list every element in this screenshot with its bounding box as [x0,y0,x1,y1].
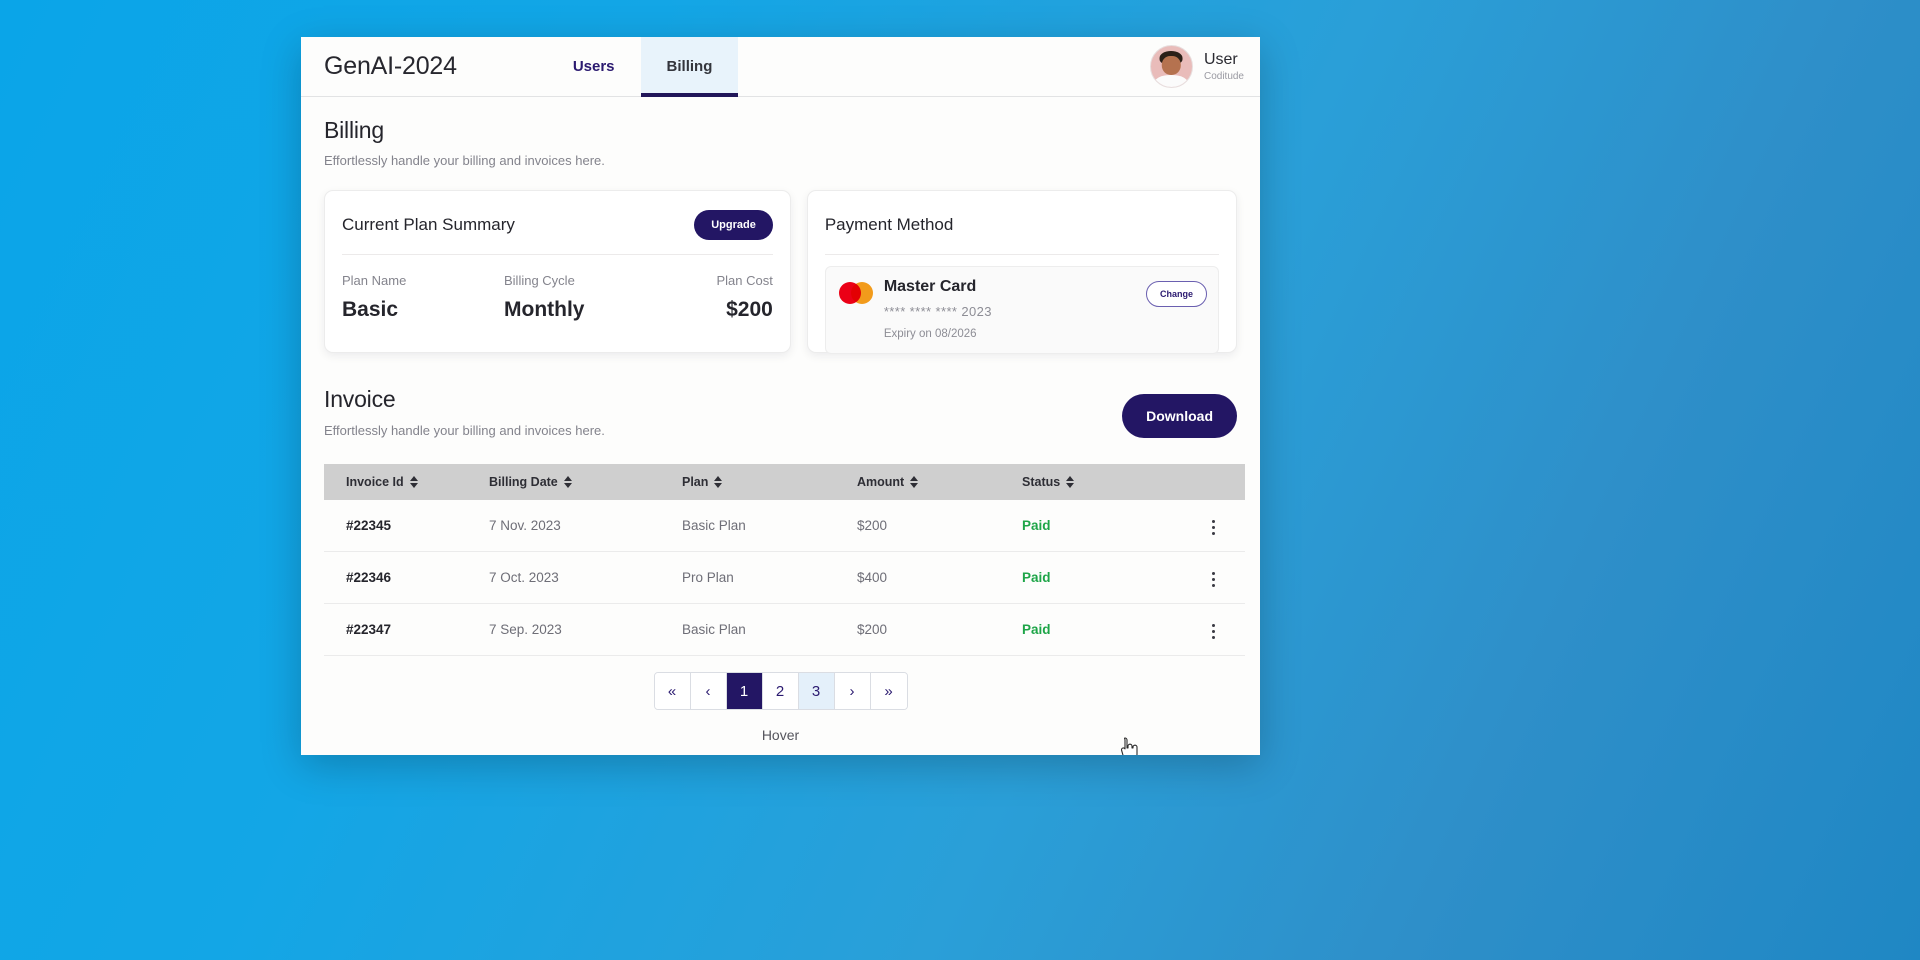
cell-billing-date: 7 Nov. 2023 [489,518,561,533]
cell-billing-date: 7 Sep. 2023 [489,622,562,637]
row-menu-icon[interactable] [1207,515,1220,540]
payment-method-card: Payment Method Master Card **** **** ***… [806,190,1237,354]
app-window: GenAI-2024 Users Billing User Coditude B… [301,37,1260,755]
column-header-plan[interactable]: Plan [682,475,857,489]
top-navigation-bar: GenAI-2024 Users Billing User Coditude [301,37,1260,97]
status-badge: Paid [1022,622,1051,637]
cell-actions [1182,563,1245,592]
current-plan-header: Current Plan Summary Upgrade [342,207,773,243]
cell-plan: Pro Plan [682,570,734,585]
nav-tabs: Users Billing [547,37,739,97]
mastercard-icon [838,282,873,304]
cell-plan: Basic Plan [682,622,746,637]
column-header-status[interactable]: Status [1022,475,1182,489]
plan-cost-value: $200 [726,298,773,321]
plan-fields-grid: Plan Name Basic Billing Cycle Monthly Pl… [342,273,773,322]
saved-card-row: Master Card **** **** **** 2023 Expiry o… [824,266,1219,354]
plan-name-value: Basic [342,298,399,321]
cell-amount: $200 [857,622,888,637]
plan-field-plan-cost: Plan Cost $200 [707,273,773,322]
pagination-next-button[interactable]: › [834,673,871,709]
table-row[interactable]: #22345 7 Nov. 2023 Basic Plan $200 Paid [324,500,1245,552]
avatar [1149,45,1193,88]
column-header-invoice-id[interactable]: Invoice Id [324,475,489,489]
mastercard-yellow-circle [850,282,873,304]
card-divider [824,254,1219,255]
avatar-body [1155,74,1188,87]
pagination-last-button[interactable]: » [870,673,907,709]
column-header-amount[interactable]: Amount [857,475,1022,489]
summary-cards-row: Current Plan Summary Upgrade Plan Name B… [324,190,1237,354]
cell-invoice-id: #22347 [346,622,392,637]
card-expiry: Expiry on 08/2026 [883,328,977,340]
current-plan-card: Current Plan Summary Upgrade Plan Name B… [324,190,791,353]
billing-cycle-label: Billing Cycle [504,273,575,288]
row-menu-icon[interactable] [1207,619,1220,644]
profile-org: Coditude [1203,70,1244,82]
billing-cycle-value: Monthly [504,298,585,321]
table-row[interactable]: #22347 7 Sep. 2023 Basic Plan $200 Paid [324,604,1245,656]
sort-icon[interactable] [910,476,919,488]
plan-field-plan-name: Plan Name Basic [342,273,504,322]
pagination: « ‹ 1 2 3 › » [653,672,908,710]
invoice-table: Invoice Id Billing Date Plan Amount Stat… [324,464,1245,656]
page-content: Billing Effortlessly handle your billing… [301,97,1260,755]
invoice-title: Invoice [324,386,396,412]
avatar-face [1162,55,1181,75]
pagination-page-2[interactable]: 2 [762,673,799,709]
hover-state-label: Hover [761,727,800,743]
status-badge: Paid [1022,570,1051,585]
cell-plan: Basic Plan [682,518,746,533]
sort-icon[interactable] [563,476,572,488]
invoice-section-header: Invoice Effortlessly handle your billing… [324,386,1237,438]
invoice-subtitle: Effortlessly handle your billing and inv… [324,423,605,438]
page-subtitle: Effortlessly handle your billing and inv… [324,153,605,168]
user-profile-menu[interactable]: User Coditude [1149,37,1244,96]
plan-name-label: Plan Name [342,273,407,288]
column-label-invoice-id: Invoice Id [346,475,404,489]
table-header-row: Invoice Id Billing Date Plan Amount Stat… [324,464,1245,500]
column-header-billing-date[interactable]: Billing Date [489,475,682,489]
change-card-button[interactable]: Change [1145,281,1207,307]
cell-invoice-id: #22345 [346,518,392,533]
card-divider [342,254,773,255]
payment-method-title: Payment Method [824,215,954,234]
invoice-heading-group: Invoice Effortlessly handle your billing… [324,386,605,438]
cell-actions [1182,615,1245,644]
pagination-area: « ‹ 1 2 3 › » Hover [324,672,1237,743]
pagination-prev-button[interactable]: ‹ [690,673,727,709]
cell-billing-date: 7 Oct. 2023 [489,570,559,585]
tab-users[interactable]: Users [547,37,641,96]
cell-actions [1182,511,1245,540]
tab-billing[interactable]: Billing [640,37,739,97]
status-badge: Paid [1022,518,1051,533]
app-brand-title: GenAI-2024 [324,52,457,80]
pagination-page-1[interactable]: 1 [726,673,763,709]
pagination-page-3[interactable]: 3 [798,673,835,709]
cell-invoice-id: #22346 [346,570,392,585]
plan-field-billing-cycle: Billing Cycle Monthly [504,273,707,322]
cell-amount: $400 [857,570,888,585]
payment-method-header: Payment Method [825,207,1219,243]
current-plan-title: Current Plan Summary [342,215,515,234]
plan-cost-label: Plan Cost [716,273,773,288]
page-title: Billing [324,117,384,143]
sort-icon[interactable] [1066,476,1075,488]
profile-text: User Coditude [1204,51,1244,83]
cell-amount: $200 [857,518,888,533]
column-label-plan: Plan [682,475,709,489]
row-menu-icon[interactable] [1207,567,1220,592]
column-label-status: Status [1022,475,1061,489]
download-button[interactable]: Download [1122,394,1237,438]
upgrade-button[interactable]: Upgrade [694,210,773,240]
profile-name: User [1203,50,1238,68]
column-label-amount: Amount [857,475,905,489]
table-row[interactable]: #22346 7 Oct. 2023 Pro Plan $400 Paid [324,552,1245,604]
sort-icon[interactable] [714,476,723,488]
column-label-billing-date: Billing Date [489,475,558,489]
sort-icon[interactable] [409,476,418,488]
pagination-first-button[interactable]: « [654,673,691,709]
